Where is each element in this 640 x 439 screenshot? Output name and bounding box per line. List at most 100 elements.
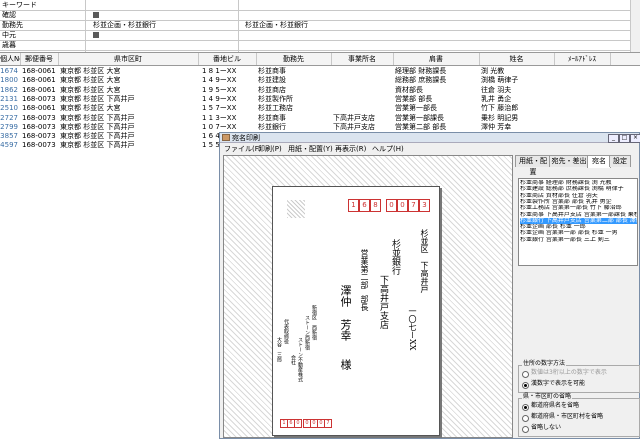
- workplace-value[interactable]: 杉並企画・杉並銀行: [93, 20, 156, 30]
- column-header[interactable]: 県市区町: [58, 53, 199, 65]
- column-header[interactable]: 番地ビル: [198, 53, 257, 65]
- list-item[interactable]: 杉並建設 総務部 庶務課長 渕橋 萌律子: [520, 186, 637, 192]
- table-cell: 澤仲 芳幸: [481, 122, 512, 131]
- list-item[interactable]: 杉並企画 営業第一部 部長 杉並 一男: [520, 230, 637, 236]
- table-cell: 168-0061: [22, 85, 56, 94]
- sender-company-suffix: 会社: [290, 355, 296, 365]
- sender-building: ストーン西新宿: [304, 315, 310, 350]
- recipient-last-name: 澤仲: [339, 285, 352, 307]
- table-cell: 杉並商店: [258, 85, 286, 94]
- list-item[interactable]: 杉並商店 資材部長 往倉 羽夫: [520, 193, 637, 199]
- radio-kanji-numbers[interactable]: [522, 382, 529, 389]
- table-cell: [333, 95, 393, 103]
- table-cell: 2131: [0, 94, 18, 103]
- menu-help[interactable]: ヘルプ(H): [372, 144, 404, 154]
- column-header[interactable]: ﾒｰﾙｱﾄﾞﾚｽ: [554, 53, 611, 65]
- menu-refresh[interactable]: 再表示(R): [335, 144, 366, 154]
- recipient-dept: 営業第二部: [360, 249, 369, 289]
- number-format-group: 住所の数字方法 数値は3桁以上の数字で表示 漢数字で表示を可能: [518, 360, 640, 393]
- table-cell: 168-0073: [22, 94, 56, 103]
- list-item[interactable]: 杉並工務店 営業第一部長 竹下 藤治郎: [520, 205, 637, 211]
- column-header[interactable]: 事業所名: [331, 53, 394, 65]
- table-row[interactable]: 1862 168-0061 東京都 杉並区 大宮 1 9 5ーXX 杉並商店 資材部長 往倉…: [0, 86, 640, 94]
- chugen-checkbox[interactable]: [93, 32, 99, 38]
- table-cell: 杉並商事: [258, 113, 286, 122]
- table-cell: 168-0061: [22, 76, 56, 85]
- menu-paper-layout[interactable]: 用紙・配置(Y): [288, 144, 333, 154]
- column-header[interactable]: 個人No: [0, 53, 21, 65]
- table-cell: 3857: [0, 132, 18, 141]
- table-cell: 東京都 杉並区 大宮: [60, 76, 121, 85]
- table-cell: 168-0073: [22, 113, 56, 122]
- column-header[interactable]: 肩書: [393, 53, 480, 65]
- zip-digit: 6: [359, 199, 370, 212]
- list-item[interactable]: 杉並企画 部長 杉並 一郎: [520, 224, 637, 230]
- tab-recipient-sender[interactable]: 宛先・差出: [549, 155, 589, 167]
- table-cell: 2510: [0, 104, 18, 113]
- tab-address[interactable]: 宛名: [587, 155, 611, 168]
- table-cell: 168-0073: [22, 122, 56, 131]
- form-scrollbar[interactable]: [630, 0, 640, 52]
- maximize-icon[interactable]: □: [619, 134, 630, 143]
- table-cell: 渕 光教: [481, 67, 505, 75]
- recipient-branch: 下高井戸支店: [378, 275, 388, 329]
- form-label: 歳暮: [2, 41, 16, 49]
- table-cell: 営業第一部課長: [395, 113, 444, 122]
- close-icon[interactable]: ×: [630, 134, 640, 143]
- table-cell: 杉並製作所: [258, 94, 293, 103]
- table-row[interactable]: 2510 168-0061 東京都 杉並区 大宮 1 5 7ーXX 杉並工務店 営業第一部…: [0, 104, 640, 112]
- honorific: 様: [339, 359, 352, 370]
- workplace-value-alt[interactable]: 杉並企画・杉並銀行: [245, 20, 308, 30]
- table-cell: 資材部長: [395, 85, 423, 94]
- column-header[interactable]: 郵便番号: [20, 53, 59, 65]
- table-cell: 2727: [0, 113, 18, 122]
- table-cell: 杉並銀行: [258, 122, 286, 131]
- postcard-preview-area: 1 6 8 0 0 7 3 杉並区 下高井戸 一〇七ーXX 杉並銀行 下高井戸支…: [223, 155, 513, 438]
- table-row[interactable]: 2727 168-0073 東京都 杉並区 下高井戸 1 1 3ーXX 杉並商事 下高井戸…: [0, 114, 640, 122]
- column-header[interactable]: 勤務先: [256, 53, 332, 65]
- table-row[interactable]: 1800 168-0061 東京都 杉並区 大宮 1 4 9ーXX 杉並建設 総務部 庶務…: [0, 76, 640, 84]
- table-cell: 1800: [0, 76, 18, 85]
- menu-file[interactable]: ファイル(F): [224, 144, 262, 154]
- recipient-list[interactable]: 杉並商事 経理部 財務課長 渕 光教 杉並建設 総務部 庶務課長 渕橋 萌律子 杉並…: [518, 178, 638, 266]
- menu-print[interactable]: 印刷(P): [258, 144, 282, 154]
- form-row-seibo[interactable]: 歳暮: [0, 40, 640, 51]
- table-header: 個人No 郵便番号 県市区町 番地ビル 勤務先 事業所名 肩書 姓名 ﾒｰﾙｱﾄ…: [0, 52, 640, 66]
- recipient-company: 杉並銀行: [390, 239, 400, 275]
- table-cell: 杉並工務店: [258, 104, 293, 113]
- radio-no-omit[interactable]: [522, 426, 529, 433]
- sender-zip-digit: 0: [294, 419, 302, 428]
- group-title: 住所の数字方法: [522, 360, 567, 368]
- table-cell: [333, 104, 393, 112]
- radio-omit-prefecture-city[interactable]: [522, 415, 529, 422]
- table-cell: 杉並建設: [258, 76, 286, 85]
- list-item[interactable]: 杉並商事 下高井戸支店 営業第一部課長 乗杉: [520, 212, 637, 218]
- table-cell: 1862: [0, 85, 18, 94]
- radio-number-digits[interactable]: [522, 371, 529, 378]
- column-header[interactable]: 姓名: [479, 53, 555, 65]
- zip-digit: 7: [408, 199, 419, 212]
- table-cell: 1674: [0, 67, 18, 75]
- list-item[interactable]: 杉並銀行 営業第一部長 三上 剣三: [520, 237, 637, 243]
- minimize-icon[interactable]: _: [608, 134, 619, 143]
- table-row[interactable]: 2131 168-0073 東京都 杉並区 下高井戸 1 4 9ーXX 杉並製作所 営業部…: [0, 95, 640, 103]
- tab-settings[interactable]: 設定: [609, 155, 631, 167]
- table-cell: 営業部 部長: [395, 94, 433, 103]
- confirm-checkbox[interactable]: [93, 12, 99, 18]
- table-cell: 1 4 9ーXX: [202, 94, 237, 103]
- list-item[interactable]: 杉並商事 経理部 財務課長 渕 光教: [520, 180, 637, 186]
- table-cell: 営業第二部 部長: [395, 122, 447, 131]
- table-cell: 下高井戸支店: [333, 122, 375, 131]
- table-cell: 経理部 財務課長: [395, 67, 447, 75]
- list-item[interactable]: 杉並銀行 下高井戸支店 営業第二部 部長 澤仲: [520, 217, 637, 224]
- table-row[interactable]: 1674 168-0061 東京都 杉並区 大宮 1 8 1ーXX 杉並商事 経理部 財務…: [0, 67, 640, 75]
- tab-paper-layout[interactable]: 用紙・配置: [515, 155, 551, 176]
- table-cell: 東京都 杉並区 大宮: [60, 67, 121, 75]
- radio-omit-prefecture[interactable]: [522, 404, 529, 411]
- table-cell: 東京都 杉並区 大宮: [60, 104, 121, 113]
- table-cell: 乗杉 明記男: [481, 113, 519, 122]
- form-label: 勤務先: [2, 21, 23, 29]
- table-row[interactable]: 2799 168-0073 東京都 杉並区 下高井戸 1 0 7ーXX 杉並銀行 下高井戸…: [0, 123, 640, 131]
- list-item[interactable]: 杉並製作所 営業部 部長 乳井 勇企: [520, 199, 637, 205]
- dialog-titlebar[interactable]: 宛名印刷 _ □ ×: [220, 133, 640, 143]
